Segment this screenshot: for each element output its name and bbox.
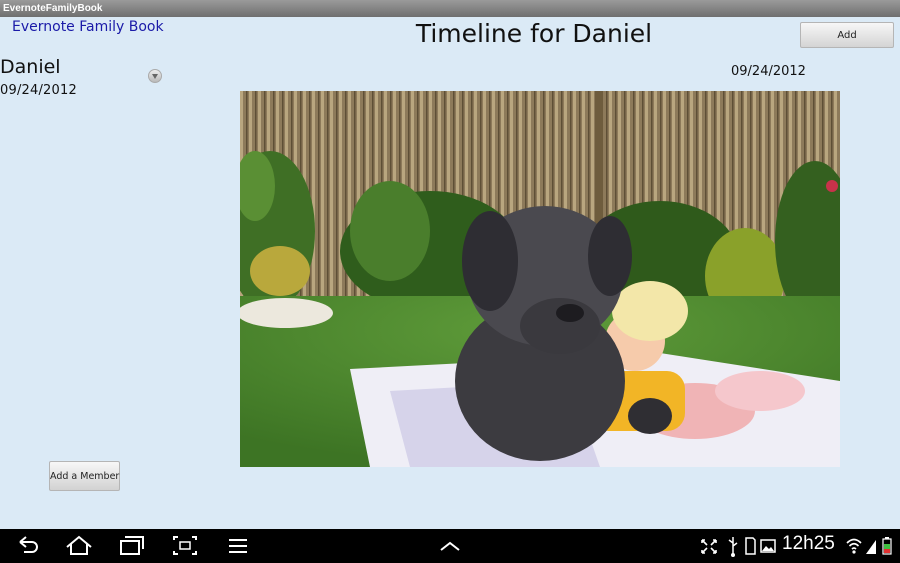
system-navigation-bar: 12h25 [0,529,900,563]
add-member-button[interactable]: Add a Member [49,461,120,491]
add-button[interactable]: Add [800,22,894,48]
chevron-down-icon[interactable] [148,69,162,83]
gallery-icon [760,539,776,553]
window-title: EvernoteFamilyBook [0,0,900,17]
member-date: 09/24/2012 [0,83,77,98]
timeline-photo[interactable] [240,91,840,467]
member-name[interactable]: Daniel [0,56,61,78]
fullscreen-icon [701,539,717,554]
usb-icon [728,537,738,557]
back-icon[interactable] [14,529,42,563]
expand-up-icon[interactable] [438,529,462,563]
wifi-icon [846,538,862,554]
battery-icon [882,537,892,555]
sd-card-icon [745,537,756,555]
recent-apps-icon[interactable] [118,529,146,563]
page-title: Timeline for Daniel [415,19,653,48]
signal-icon [866,540,876,554]
menu-icon[interactable] [226,529,250,563]
app-content: Evernote Family Book Timeline for Daniel… [0,17,900,529]
screenshot-icon[interactable] [172,529,198,563]
status-clock: 12h25 [782,533,835,554]
home-icon[interactable] [64,529,94,563]
timeline-entry-date: 09/24/2012 [731,64,806,79]
